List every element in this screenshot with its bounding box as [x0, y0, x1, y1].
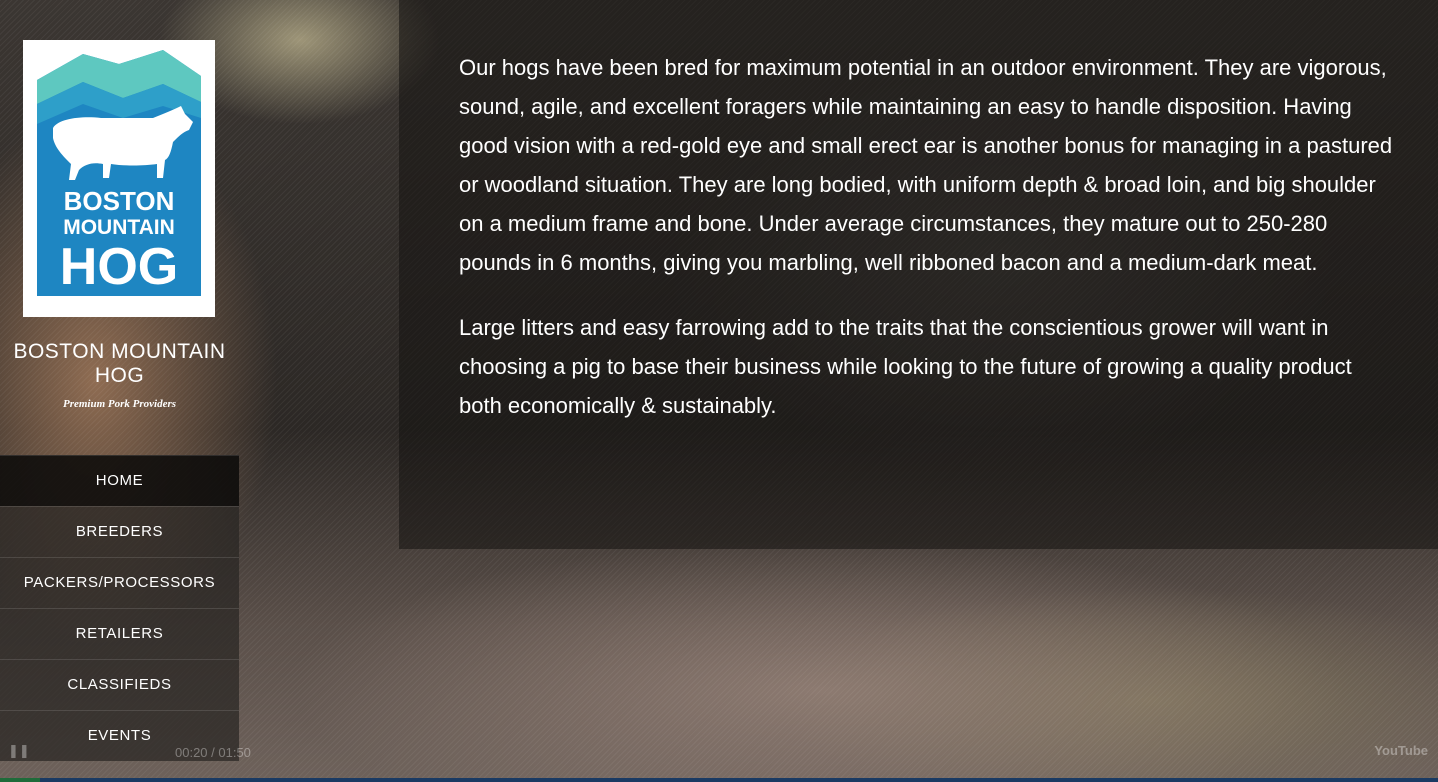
youtube-logo[interactable]: YouTube	[1374, 743, 1428, 758]
svg-text:BOSTON: BOSTON	[64, 186, 175, 216]
nav-item-breeders[interactable]: BREEDERS	[0, 506, 239, 557]
nav-item-home[interactable]: HOME	[0, 455, 239, 506]
svg-text:HOG: HOG	[60, 238, 178, 296]
nav-item-classifieds[interactable]: CLASSIFIEDS	[0, 659, 239, 710]
sidebar: BOSTON MOUNTAIN HOG BOSTON MOUNTAIN HOG …	[0, 0, 239, 782]
brand-logo[interactable]: BOSTON MOUNTAIN HOG	[23, 40, 215, 317]
video-time-readout: 00:20 / 01:50	[175, 745, 251, 760]
brand-tagline: Premium Pork Providers	[62, 398, 177, 410]
nav-item-packers-processors[interactable]: PACKERS/PROCESSORS	[0, 557, 239, 608]
content-paragraph-1: Our hogs have been bred for maximum pote…	[459, 55, 1393, 275]
bottom-accent-bar	[0, 778, 1438, 782]
svg-text:MOUNTAIN: MOUNTAIN	[63, 216, 175, 239]
main-content: Our hogs have been bred for maximum pote…	[459, 48, 1394, 451]
nav-item-retailers[interactable]: RETAILERS	[0, 608, 239, 659]
brand-name: BOSTON MOUNTAIN HOG	[13, 340, 226, 387]
main-nav: HOME BREEDERS PACKERS/PROCESSORS RETAILE…	[0, 455, 239, 761]
page: Our hogs have been bred for maximum pote…	[0, 0, 1438, 782]
content-paragraph-2: Large litters and easy farrowing add to …	[459, 315, 1352, 418]
boston-mountain-hog-logo-icon: BOSTON MOUNTAIN HOG	[37, 50, 201, 296]
pause-icon[interactable]: ❚❚	[8, 744, 30, 759]
